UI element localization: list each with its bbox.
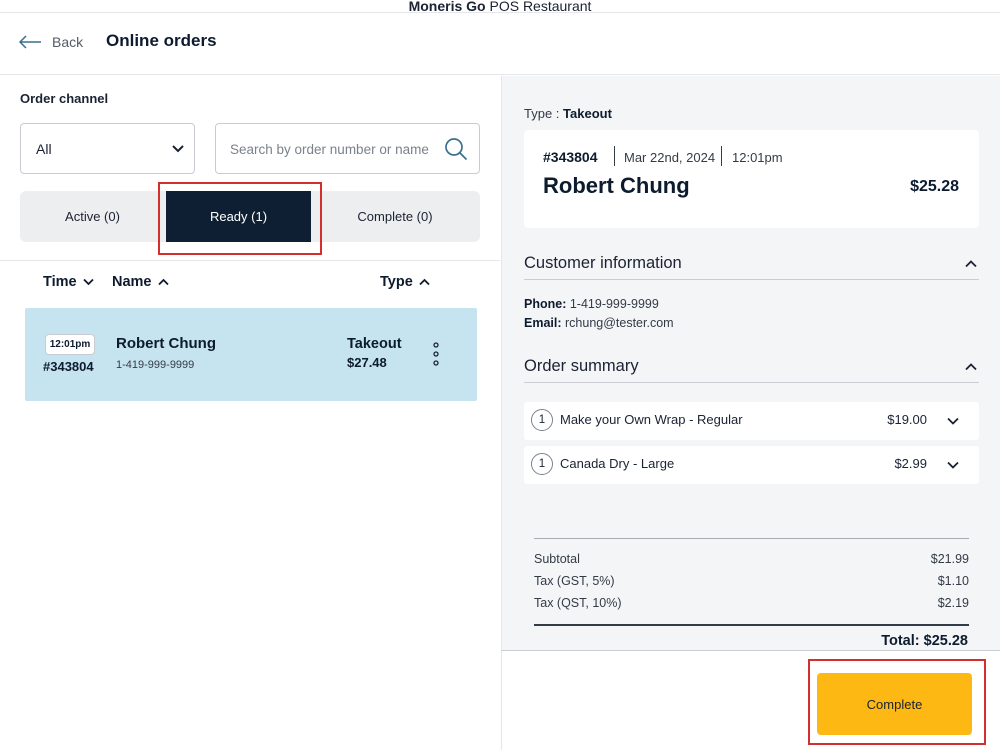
order-item-row[interactable]: 1 Canada Dry - Large $2.99 [524,446,979,484]
chevron-up-icon [157,278,169,286]
item-quantity: 1 [531,453,553,475]
order-summary-heading: Order summary [524,357,639,375]
name-header-label: Name [112,274,152,290]
orders-list-panel: Order channel All Active (0) Ready (1) C… [0,76,500,750]
item-name: Canada Dry - Large [560,456,675,471]
total-divider [534,624,969,626]
email-label: Email: [524,316,562,330]
detail-order-total: $25.28 [910,178,959,195]
phone-label: Phone: [524,297,567,311]
detail-customer-name: Robert Chung [543,173,690,198]
type-header-label: Type [380,274,413,290]
order-more-menu[interactable] [430,341,442,367]
chevron-down-icon [82,278,94,286]
chevron-down-icon[interactable] [947,461,959,469]
item-quantity: 1 [531,409,553,431]
back-button[interactable]: Back [18,34,83,50]
totals-divider [534,538,969,539]
subtotal-label: Subtotal [534,552,580,566]
chevron-up-icon [965,363,977,371]
page-header: Back Online orders [0,13,1000,75]
order-summary-toggle[interactable]: Order summary [524,353,979,383]
email-value: rchung@tester.com [565,316,674,330]
type-value: Takeout [563,106,612,121]
order-number: #343804 [43,359,94,374]
order-amount: $27.48 [347,355,387,370]
detail-order-number: #343804 [543,149,598,165]
sort-name-header[interactable]: Name [112,274,169,290]
search-input[interactable] [230,138,440,160]
detail-order-date: Mar 22nd, 2024 [624,150,716,165]
search-icon[interactable] [444,137,468,161]
customer-phone: Phone: 1-419-999-9999 [524,297,659,311]
subtotal-value: $21.99 [930,552,969,566]
order-row[interactable]: 12:01pm #343804 Robert Chung 1-419-999-9… [25,308,477,401]
order-channel-value: All [36,141,52,157]
order-summary-card: #343804 Mar 22nd, 2024 12:01pm Robert Ch… [524,130,979,228]
order-detail-panel: Type : Takeout #343804 Mar 22nd, 2024 12… [501,76,1000,650]
order-customer-phone: 1-419-999-9999 [116,359,195,371]
tab-complete[interactable]: Complete (0) [320,191,470,242]
type-label: Type : [524,106,560,121]
phone-value: 1-419-999-9999 [569,297,659,311]
separator [614,146,615,166]
order-time-badge: 12:01pm [45,334,95,355]
detail-order-time: 12:01pm [732,150,783,165]
sort-type-header[interactable]: Type [380,274,430,290]
item-price: $19.00 [887,412,927,427]
order-type: Takeout [347,336,402,352]
search-field[interactable] [215,123,480,174]
order-customer-name: Robert Chung [116,335,216,352]
order-type-line: Type : Takeout [524,106,612,121]
order-channel-label: Order channel [20,91,109,106]
back-label: Back [52,34,84,50]
qst-label: Tax (QST, 10%) [534,596,622,610]
chevron-down-icon[interactable] [947,417,959,425]
chevron-down-icon [172,145,184,153]
arrow-left-icon [18,35,41,49]
qst-value: $2.19 [937,596,969,610]
chevron-up-icon [419,278,430,286]
separator [721,146,722,166]
sort-time-header[interactable]: Time [43,274,94,290]
ready-tab-highlight [158,182,322,255]
customer-info-heading: Customer information [524,254,682,272]
gst-label: Tax (GST, 5%) [534,574,615,588]
order-channel-select[interactable]: All [20,123,195,174]
more-vertical-icon [433,342,439,366]
page-title: Online orders [106,31,217,50]
time-header-label: Time [43,274,77,290]
customer-info-toggle[interactable]: Customer information [524,250,979,280]
app-title: Moneris Go POS Restaurant [0,0,1000,13]
chevron-up-icon [965,260,977,268]
customer-email: Email: rchung@tester.com [524,316,674,330]
list-divider [0,260,500,261]
grand-total: Total: $25.28 [881,633,968,649]
item-price: $2.99 [894,456,927,471]
complete-button-highlight [808,659,986,745]
item-name: Make your Own Wrap - Regular [560,412,743,427]
tab-active[interactable]: Active (0) [20,191,165,242]
gst-value: $1.10 [937,574,969,588]
order-item-row[interactable]: 1 Make your Own Wrap - Regular $19.00 [524,402,979,440]
